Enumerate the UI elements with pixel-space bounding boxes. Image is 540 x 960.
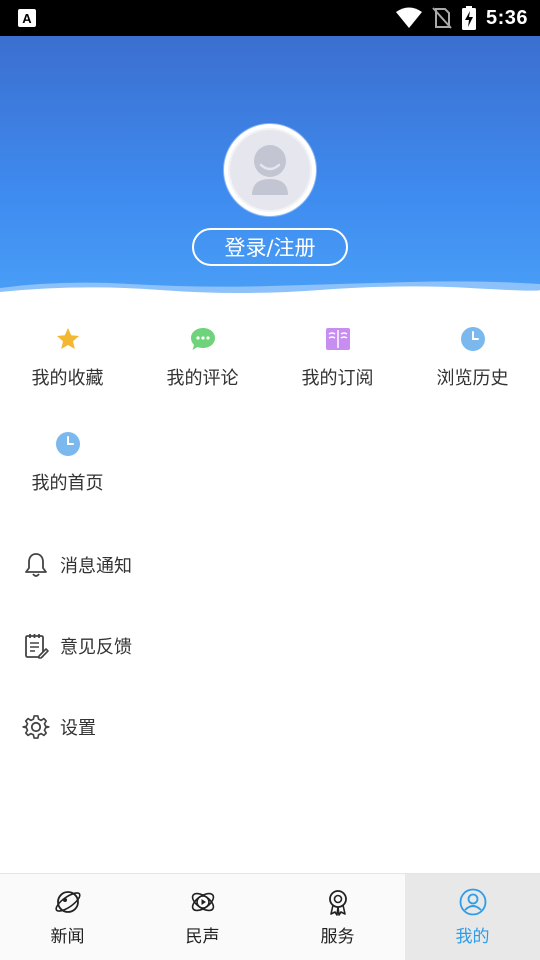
open-book-icon bbox=[325, 328, 350, 350]
grid-item-homepage[interactable]: 我的首页 bbox=[0, 423, 135, 513]
comment-bubble-icon bbox=[190, 328, 215, 350]
battery-charging-icon bbox=[461, 6, 476, 30]
menu-item-feedback[interactable]: 意见反馈 bbox=[0, 616, 540, 676]
grid-item-favorites[interactable]: 我的收藏 bbox=[0, 318, 135, 408]
gear-icon bbox=[22, 715, 50, 739]
app-notification-icon: A bbox=[18, 9, 36, 27]
profile-header: 登录/注册 bbox=[0, 36, 540, 306]
award-ribbon-icon bbox=[328, 889, 347, 916]
grid-item-history[interactable]: 浏览历史 bbox=[405, 318, 540, 408]
menu-item-notifications[interactable]: 消息通知 bbox=[0, 535, 540, 595]
avatar[interactable] bbox=[224, 124, 316, 216]
login-register-button[interactable]: 登录/注册 bbox=[192, 228, 348, 266]
star-icon bbox=[56, 328, 79, 349]
bottom-navigation: 新闻 民声 服务 我的 bbox=[0, 873, 540, 960]
header-wave bbox=[0, 281, 540, 306]
grid-item-subscriptions[interactable]: 我的订阅 bbox=[270, 318, 405, 408]
clock-time: 5:36 bbox=[485, 6, 528, 29]
tab-news[interactable]: 新闻 bbox=[0, 874, 135, 960]
clock-icon bbox=[55, 432, 80, 456]
menu-item-settings[interactable]: 设置 bbox=[0, 697, 540, 757]
user-circle-icon bbox=[459, 888, 486, 915]
svg-text:A: A bbox=[22, 11, 32, 26]
bell-icon bbox=[25, 553, 47, 577]
default-avatar-icon bbox=[252, 145, 288, 195]
tab-voice[interactable]: 民声 bbox=[135, 874, 270, 960]
clock-icon bbox=[460, 327, 485, 351]
wifi-icon bbox=[395, 7, 422, 28]
tab-services[interactable]: 服务 bbox=[270, 874, 405, 960]
status-bar: A 5:36 bbox=[0, 0, 540, 36]
grid-item-comments[interactable]: 我的评论 bbox=[135, 318, 270, 408]
clipboard-edit-icon bbox=[25, 634, 49, 659]
no-sim-icon bbox=[432, 7, 452, 29]
atom-play-icon bbox=[191, 892, 214, 911]
planet-icon bbox=[54, 890, 81, 913]
tab-mine[interactable]: 我的 bbox=[405, 874, 540, 960]
